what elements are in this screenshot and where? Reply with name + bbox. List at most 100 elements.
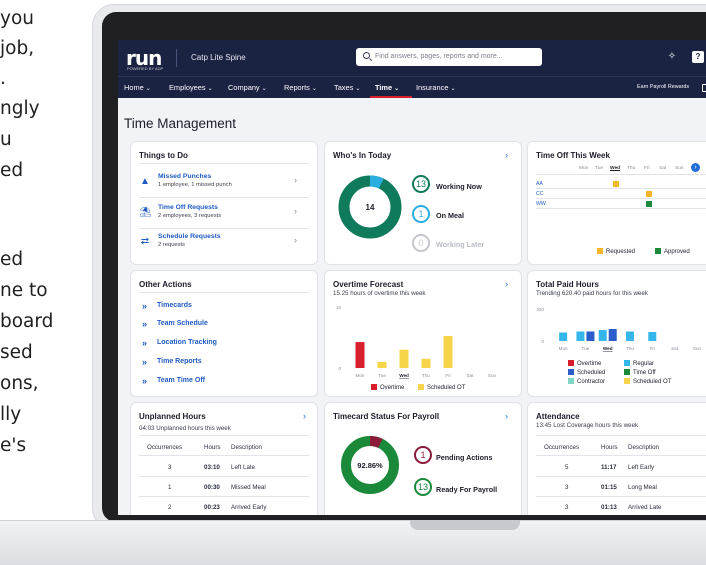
legend-contractor: Contractor [568, 378, 605, 385]
double-chevron-icon: » [142, 357, 148, 367]
top-bar: run POWERED BY ADP Catp Lite Spine Find … [118, 40, 706, 76]
legend-label: Time Off [633, 370, 656, 376]
whos-in-donut: 14 [338, 175, 402, 239]
link-label: Location Tracking [157, 339, 217, 346]
column-header: Description [628, 444, 659, 451]
pending-actions-count[interactable]: 1 [414, 446, 432, 464]
table-cell: 01:15 [601, 484, 617, 491]
total-paid-hours-card: Total Paid Hours Trending 620.40 paid ho… [528, 271, 706, 396]
divider [536, 476, 706, 477]
timecards-link[interactable]: » Timecards [142, 301, 192, 311]
working-later-count[interactable]: 0 [412, 234, 430, 252]
chevron-right-icon: › [294, 175, 297, 185]
rewards-icon[interactable]: ✧ [666, 51, 678, 63]
time-off-approved[interactable] [646, 201, 652, 207]
double-chevron-icon: » [142, 376, 148, 386]
team-schedule-link[interactable]: » Team Schedule [142, 319, 208, 329]
todo-detail: 1 employee, 1 missed punch [158, 182, 232, 188]
card-subtitle: 13:45 Lost Coverage hours this week [536, 422, 639, 429]
company-name[interactable]: Catp Lite Spine [191, 53, 246, 62]
menu-employees-label: Employees [169, 83, 206, 92]
legend-swatch [624, 378, 630, 384]
ready-for-payroll-label: Ready For Payroll [436, 485, 498, 494]
x-tick-label: Thu [422, 373, 430, 378]
divider [536, 188, 706, 189]
marketing-line: e's [0, 435, 27, 456]
x-tick-label: Mon [559, 346, 568, 351]
bar-scheduled-ot [377, 361, 387, 368]
employee-label[interactable]: CC [536, 191, 544, 197]
donut-center-value: 92.86% [357, 461, 383, 470]
menu-employees[interactable]: Employees ⌄ [169, 83, 213, 92]
location-tracking-link[interactable]: » Location Tracking [142, 338, 217, 348]
working-now-label: Working Now [436, 182, 482, 191]
menu-company[interactable]: Company ⌄ [228, 83, 267, 92]
logo-tagline: POWERED BY ADP [127, 66, 164, 71]
card-title: Time Off This Week [536, 151, 610, 160]
todo-title: Time Off Requests [158, 204, 218, 211]
time-off-requested[interactable] [646, 191, 652, 197]
working-later-label: Working Later [436, 240, 485, 249]
working-now-count[interactable]: 13 [412, 175, 430, 193]
card-title: Attendance [536, 412, 580, 421]
legend-scheduled-ot: Scheduled OT [418, 384, 465, 391]
employee-label[interactable]: AA [536, 181, 543, 187]
earn-rewards-link[interactable]: Earn Payroll Rewards [637, 84, 689, 90]
card-title: Timecard Status For Payroll [333, 412, 440, 421]
time-reports-link[interactable]: » Time Reports [142, 357, 202, 367]
on-meal-count[interactable]: 1 [412, 205, 430, 223]
help-icon[interactable]: ? [692, 51, 704, 63]
menu-company-label: Company [228, 83, 260, 92]
menu-reports[interactable]: Reports ⌄ [284, 83, 317, 92]
marketing-line: board [0, 311, 54, 332]
bar-scheduled-ot [443, 335, 453, 368]
chevron-right-icon[interactable]: › [303, 411, 306, 421]
marketing-line: u [0, 129, 12, 150]
legend-swatch [655, 248, 661, 254]
team-time-off-link[interactable]: » Team Time Off [142, 376, 205, 386]
todo-time-off-requests[interactable]: ⛱ Time Off Requests 2 employees, 3 reque… [139, 204, 305, 228]
menu-home[interactable]: Home ⌄ [124, 83, 151, 92]
divider [139, 496, 309, 497]
warning-icon: ▲ [140, 176, 150, 187]
total-paid-chart: 320 0 Mon Tue Wed Thu Fri Sat Sun [536, 307, 701, 351]
card-title: Things to Do [139, 151, 188, 160]
legend-label: Overtime [380, 385, 405, 391]
legend-label: Overtime [577, 361, 602, 367]
employee-label[interactable]: WW [536, 201, 546, 207]
chevron-right-icon[interactable]: › [505, 411, 508, 421]
stage: you job, . ngly u ed ed ne to board sed … [0, 0, 706, 565]
card-subtitle: 04:03 Unplanned hours this week [139, 425, 231, 432]
menu-taxes[interactable]: Taxes ⌄ [334, 83, 360, 92]
other-actions-card: Other Actions » Timecards » Team Schedule … [131, 271, 317, 396]
legend-label: Requested [606, 249, 636, 255]
legend-overtime: Overtime [371, 384, 404, 391]
legend-regular: Regular [624, 360, 654, 367]
y-tick-label: 0 [338, 366, 341, 371]
bar-scheduled-ot [399, 349, 409, 368]
day-label: Mon [579, 166, 589, 171]
bar-regular [648, 332, 657, 341]
bar-regular [626, 331, 634, 341]
menu-insurance-label: Insurance [416, 83, 449, 92]
legend-label: Approved [664, 249, 690, 255]
chevron-right-icon[interactable]: › [505, 279, 508, 289]
time-off-requested[interactable] [613, 181, 619, 187]
ready-for-payroll-count[interactable]: 13 [414, 478, 432, 496]
double-chevron-icon: » [142, 338, 148, 348]
legend-overtime: Overtime [568, 360, 601, 367]
next-week-icon[interactable]: › [691, 163, 700, 172]
calendar-icon[interactable] [702, 84, 706, 92]
todo-title: Schedule Requests [158, 233, 221, 240]
table-cell: 3 [565, 484, 569, 491]
menu-time[interactable]: Time ⌄ [375, 83, 399, 92]
todo-missed-punches[interactable]: ▲ Missed Punches 1 employee, 1 missed pu… [139, 173, 305, 197]
todo-schedule-requests[interactable]: ⇄ Schedule Requests 2 requests › [139, 233, 305, 257]
chevron-right-icon: › [294, 235, 297, 245]
search-input[interactable]: Find answers, pages, reports and more... [356, 48, 542, 66]
x-tick-label: Fri [650, 346, 655, 351]
day-label: Tue [595, 166, 604, 171]
chevron-right-icon[interactable]: › [505, 150, 508, 160]
menu-insurance[interactable]: Insurance ⌄ [416, 83, 456, 92]
y-tick-label: 320 [536, 307, 544, 312]
